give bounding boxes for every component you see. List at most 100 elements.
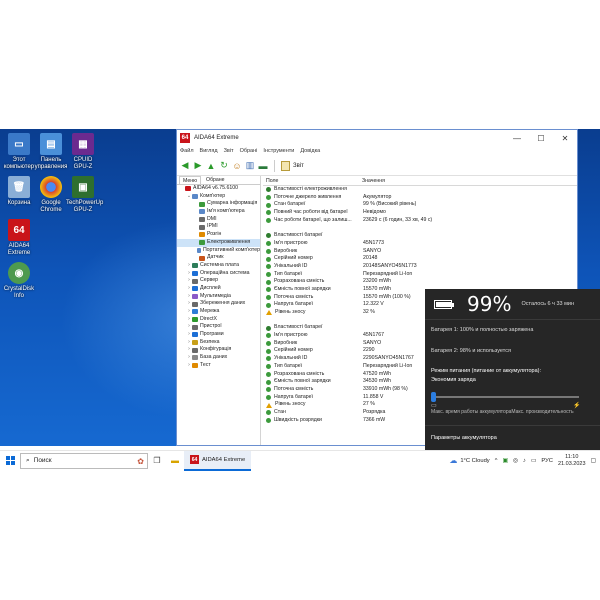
desktop-icon-crystaldisk[interactable]: ◉ CrystalDisk Info (2, 262, 36, 300)
field-label: Напруга батареї (274, 301, 314, 308)
battery-icon (434, 299, 454, 309)
battery-tray-icon[interactable]: ▭ (531, 458, 536, 464)
tree-node[interactable]: Розгін (177, 231, 260, 239)
tree-node[interactable]: IPMI (177, 223, 260, 231)
column-header-value[interactable]: Значення (359, 176, 385, 185)
power-mode-range-labels: Макс. время работы аккумулятораМакс. про… (431, 409, 596, 415)
table-row[interactable]: Унікальний ID 20148SANYO45N1773 (263, 263, 577, 271)
tree-node[interactable]: › Операційна система (177, 270, 260, 278)
language-indicator[interactable]: РУС (541, 458, 553, 464)
desktop-icon-techpowerup-gpuz[interactable]: ▣ TechPowerUp GPU-Z (66, 176, 103, 214)
table-row[interactable]: Повний час роботи від батареї Невідомо (263, 209, 577, 217)
tray-app-icon[interactable]: ▣ (502, 458, 507, 464)
field-label: Стан батареї (274, 201, 306, 208)
desktop-icon-recycle-bin[interactable]: 🗑 Корзина (2, 176, 36, 207)
slider-right-label: Макс. производительность (511, 409, 574, 415)
tab-menu[interactable]: Меню (179, 176, 202, 184)
battery-settings-link[interactable]: Параметры аккумулятора (431, 435, 581, 441)
battery-property-icon (266, 271, 271, 277)
tree-node[interactable]: Датчик (177, 254, 260, 262)
maximize-button[interactable]: ☐ (529, 134, 553, 143)
tree-node[interactable]: › DirectX (177, 316, 260, 324)
tree-node[interactable]: › Програми (177, 331, 260, 339)
power-mode-title: Режим питания (питание от аккумулятора): (431, 368, 542, 374)
monitor-icon[interactable]: ▬ (258, 161, 268, 171)
report-button[interactable]: Звіт (281, 160, 304, 171)
back-icon[interactable]: ◀ (180, 160, 190, 171)
tree-node[interactable]: › Мультимедіа (177, 293, 260, 301)
table-row[interactable]: Ім'я пристрою 45N1773 (263, 240, 577, 248)
table-row[interactable]: Розрахована ємність 23200 mWh (263, 278, 577, 286)
column-header-field[interactable]: Поле (263, 176, 359, 185)
tree-node[interactable]: ⌄ Комп'ютер (177, 193, 260, 201)
table-row[interactable]: Поточне джерело живлення Акумулятор (263, 194, 577, 202)
screen: ▭ Этот компьютер ▤ Панель управления ▦ C… (0, 0, 600, 600)
field-cell: Напруга батареї (263, 394, 359, 402)
this-pc-icon: ▭ (8, 133, 30, 155)
battery-flyout: 99% Осталось 6 ч 33 мин Батарея 1: 100% … (425, 289, 600, 450)
minimize-button[interactable]: — (505, 134, 529, 143)
close-button[interactable]: ✕ (553, 134, 577, 143)
table-row[interactable]: Час роботи батареї, що залиш... 23629 с (… (263, 216, 577, 225)
tree-node[interactable]: › База даних (177, 354, 260, 362)
network-icon[interactable]: ◎ (513, 458, 518, 464)
menu-favorites[interactable]: Обрані (240, 148, 258, 154)
tree-node[interactable]: › Мережа (177, 308, 260, 316)
tree-node[interactable]: › Безпека (177, 339, 260, 347)
menu-file[interactable]: Файл (180, 148, 194, 154)
tree-node[interactable]: Електроживлення (177, 238, 260, 247)
search-box[interactable]: ⌕ Поиск ✿ (20, 452, 148, 469)
tree-node[interactable]: › Сервер (177, 277, 260, 285)
desktop-icon-aida64[interactable]: 64 AIDA64 Extreme (2, 219, 36, 257)
tree-node[interactable]: › Пристрої (177, 323, 260, 331)
menu-tools[interactable]: Інструменти (263, 148, 294, 154)
power-mode-slider-knob[interactable] (431, 392, 436, 402)
section-header[interactable]: Властивості батареї (263, 232, 577, 240)
taskbar-app-aida64[interactable]: 64 AIDA64 Extreme (184, 450, 252, 471)
show-hidden-icons-icon[interactable]: ^ (495, 458, 498, 464)
task-view-icon[interactable]: ❐ (148, 451, 166, 471)
title-bar[interactable]: 64 AIDA64 Extreme — ☐ ✕ (177, 130, 577, 146)
volume-icon[interactable]: ♪ (523, 458, 526, 464)
tree-node[interactable]: AIDA64 v6.75.6100 (177, 185, 260, 193)
battery-property-icon (266, 364, 271, 370)
notifications-icon[interactable]: ▢ (591, 458, 596, 464)
tree-node[interactable]: › Дисплей (177, 285, 260, 293)
menu-help[interactable]: Довідка (300, 148, 320, 154)
file-explorer-icon[interactable]: ▬ (166, 451, 184, 471)
tree-node[interactable]: Сумарна інформація (177, 200, 260, 208)
table-row[interactable]: Серійний номер 20148 (263, 255, 577, 263)
desktop-icon-label: CPUID GPU-Z (73, 157, 93, 170)
cpuid-gpuz-icon: ▦ (72, 133, 94, 155)
tree-node[interactable]: › Тест (177, 362, 260, 370)
value-cell: Перезарядний Li-Ion (363, 270, 413, 277)
tree-node[interactable]: › Конфігурація (177, 346, 260, 354)
clock[interactable]: 11:10 21.03.2023 (558, 454, 586, 468)
user-icon[interactable]: ☺ (232, 161, 242, 171)
menu-view[interactable]: Вигляд (200, 148, 218, 154)
chart-icon[interactable]: ▥ (245, 160, 255, 171)
table-row[interactable]: Стан батареї 99 % (Високий рівень) (263, 201, 577, 209)
tree-node[interactable]: DMI (177, 216, 260, 224)
weather-widget[interactable]: ☁ 1°C Cloudy (449, 456, 489, 465)
refresh-icon[interactable]: ↻ (219, 160, 229, 171)
desktop-icon-control-panel[interactable]: ▤ Панель управления (34, 133, 68, 171)
table-row[interactable]: Тип батареї Перезарядний Li-Ion (263, 270, 577, 279)
start-button[interactable] (0, 451, 20, 471)
tree-node-label: База даних (200, 354, 228, 361)
tree-node[interactable]: › Збереження даних (177, 300, 260, 308)
table-row[interactable]: Виробник SANYO (263, 248, 577, 256)
tree-node[interactable]: › Системна плата (177, 262, 260, 270)
menu-report[interactable]: Звіт (224, 148, 234, 154)
forward-icon[interactable]: ▶ (193, 160, 203, 171)
tab-favorites[interactable]: Обране (203, 176, 228, 184)
desktop-icon-cpuid-gpuz[interactable]: ▦ CPUID GPU-Z (66, 133, 100, 171)
section-header[interactable]: Властивості електроживлення (263, 186, 577, 194)
desktop-icon-chrome[interactable]: Google Chrome (34, 176, 68, 214)
power-mode-slider[interactable] (431, 392, 579, 402)
tree-node[interactable]: Ім'я комп'ютера (177, 208, 260, 216)
desktop-icon-this-pc[interactable]: ▭ Этот компьютер (2, 133, 36, 171)
tree-node[interactable]: Портативний комп'ютер (177, 247, 260, 255)
field-label: Час роботи батареї, що залиш... (274, 216, 352, 223)
up-icon[interactable]: ▲ (206, 161, 216, 171)
